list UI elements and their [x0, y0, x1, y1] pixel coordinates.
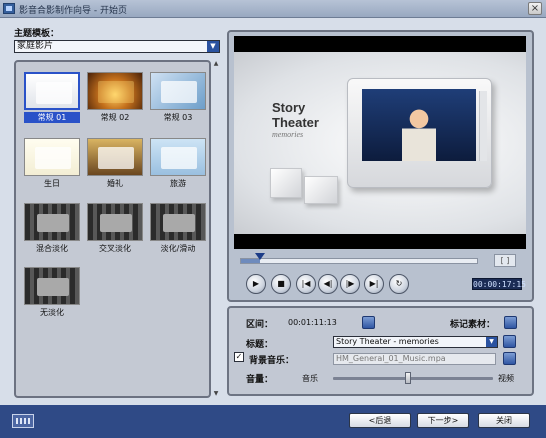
template-thumb[interactable]: 淡化/滑动: [150, 203, 206, 254]
theme-label: 主题模板：: [14, 29, 60, 39]
template-thumb[interactable]: 旅游: [150, 138, 206, 189]
preview-subtitle: memories: [272, 130, 304, 139]
playback-timeline[interactable]: [240, 253, 478, 264]
next-button[interactable]: 下一步>: [417, 413, 469, 428]
back-button[interactable]: <后退: [349, 413, 411, 428]
film-transition-icon: [87, 203, 143, 241]
template-thumb-label: 混合淡化: [36, 244, 68, 253]
play-button[interactable]: ▶: [246, 274, 266, 294]
volume-slider-thumb[interactable]: [405, 372, 412, 384]
volume-slider-track[interactable]: [333, 377, 493, 380]
next-frame-button[interactable]: |▶: [340, 274, 360, 294]
video-preview: Story Theater memories: [234, 36, 526, 249]
trim-bracket-button[interactable]: [ ]: [494, 254, 516, 267]
title-bar: 影音合影制作向导 - 开始页 ×: [0, 0, 546, 18]
window-title: 影音合影制作向导 - 开始页: [19, 6, 127, 16]
title-label: 标题：: [246, 340, 274, 350]
scroll-up-icon[interactable]: ▲: [212, 60, 220, 68]
film-transition-icon: [24, 267, 80, 305]
template-thumb-label: 淡化/滑动: [160, 244, 196, 253]
template-thumb-label: 无淡化: [40, 308, 64, 317]
interval-value: 00:01:11:13: [288, 318, 337, 327]
film-transition-icon: [24, 203, 80, 241]
template-thumb[interactable]: 常规 03: [150, 72, 206, 123]
book-frame-icon: [150, 72, 206, 110]
wedding-frame-icon: [87, 138, 143, 176]
volume-video-label: 视频: [498, 374, 514, 383]
go-to-end-button[interactable]: ▶|: [364, 274, 384, 294]
preview-title-line1: Story: [272, 100, 306, 115]
music-file-field[interactable]: HM_General_01_Music.mpa: [333, 353, 496, 365]
sunset-frame-icon: [87, 72, 143, 110]
marker-clip-button[interactable]: [504, 316, 517, 329]
film-transition-icon: [150, 203, 206, 241]
interval-label: 区间：: [246, 320, 274, 330]
title-edit-icon[interactable]: [503, 335, 516, 348]
cube-graphic: [270, 168, 302, 198]
app-icon: [3, 3, 15, 14]
tv-frame-graphic: [347, 78, 492, 188]
theme-select[interactable]: 家庭影片 ▼: [14, 40, 220, 53]
timecode-display: 00:00:17:15: [472, 278, 526, 290]
template-thumb[interactable]: 生日: [24, 138, 80, 189]
template-thumb[interactable]: 婚礼: [87, 138, 143, 189]
volume-label: 音量：: [246, 375, 274, 385]
birthday-frame-icon: [24, 138, 80, 176]
stop-button[interactable]: ■: [271, 274, 291, 294]
template-thumb-label: 生日: [44, 179, 60, 188]
scroll-down-icon[interactable]: ▼: [212, 390, 220, 398]
template-thumb[interactable]: 交叉淡化: [87, 203, 143, 254]
template-thumb[interactable]: 常规 01: [24, 72, 80, 123]
go-to-start-button[interactable]: |◀: [296, 274, 316, 294]
preview-story-title: Story Theater memories: [272, 100, 319, 139]
music-checkbox[interactable]: ✓: [234, 352, 244, 362]
timeline-scrubber[interactable]: [254, 253, 265, 263]
music-note-icon[interactable]: [503, 352, 516, 365]
template-thumb[interactable]: 常规 02: [87, 72, 143, 123]
template-thumb-label: 常规 01: [24, 112, 80, 123]
cube-graphic: [304, 176, 338, 204]
travel-frame-icon: [150, 138, 206, 176]
photo-frame-icon: [24, 72, 80, 110]
volume-music-label: 音乐: [302, 374, 318, 383]
template-thumb-label: 常规 02: [100, 113, 130, 122]
keyboard-icon[interactable]: [12, 414, 34, 428]
template-thumb-label: 常规 03: [163, 113, 193, 122]
repeat-button[interactable]: ↻: [389, 274, 409, 294]
theme-select-value: 家庭影片: [17, 41, 54, 51]
music-label: 背景音乐：: [249, 356, 295, 366]
template-thumb[interactable]: 混合淡化: [24, 203, 80, 254]
template-thumb-label: 婚礼: [107, 179, 123, 188]
marker-clip-label: 标记素材：: [450, 320, 496, 330]
close-window-button[interactable]: ×: [528, 2, 542, 15]
template-thumb-label: 交叉淡化: [99, 244, 131, 253]
close-button[interactable]: 关闭: [478, 413, 530, 428]
clip-edit-icon[interactable]: [362, 316, 375, 329]
preview-image: Story Theater memories: [234, 52, 526, 234]
previous-frame-button[interactable]: ◀|: [318, 274, 338, 294]
thumbnail-scrollbar[interactable]: ▲ ▼: [212, 60, 220, 398]
chevron-down-icon[interactable]: ▼: [207, 41, 219, 52]
title-select[interactable]: Story Theater - memories ▼: [333, 336, 498, 348]
template-thumb[interactable]: 无淡化: [24, 267, 80, 318]
title-select-value: Story Theater - memories: [336, 337, 439, 346]
music-file-value: HM_General_01_Music.mpa: [336, 354, 446, 363]
template-thumb-label: 旅游: [170, 179, 186, 188]
chevron-down-icon[interactable]: ▼: [486, 337, 497, 347]
preview-title-line2: Theater: [272, 115, 319, 130]
